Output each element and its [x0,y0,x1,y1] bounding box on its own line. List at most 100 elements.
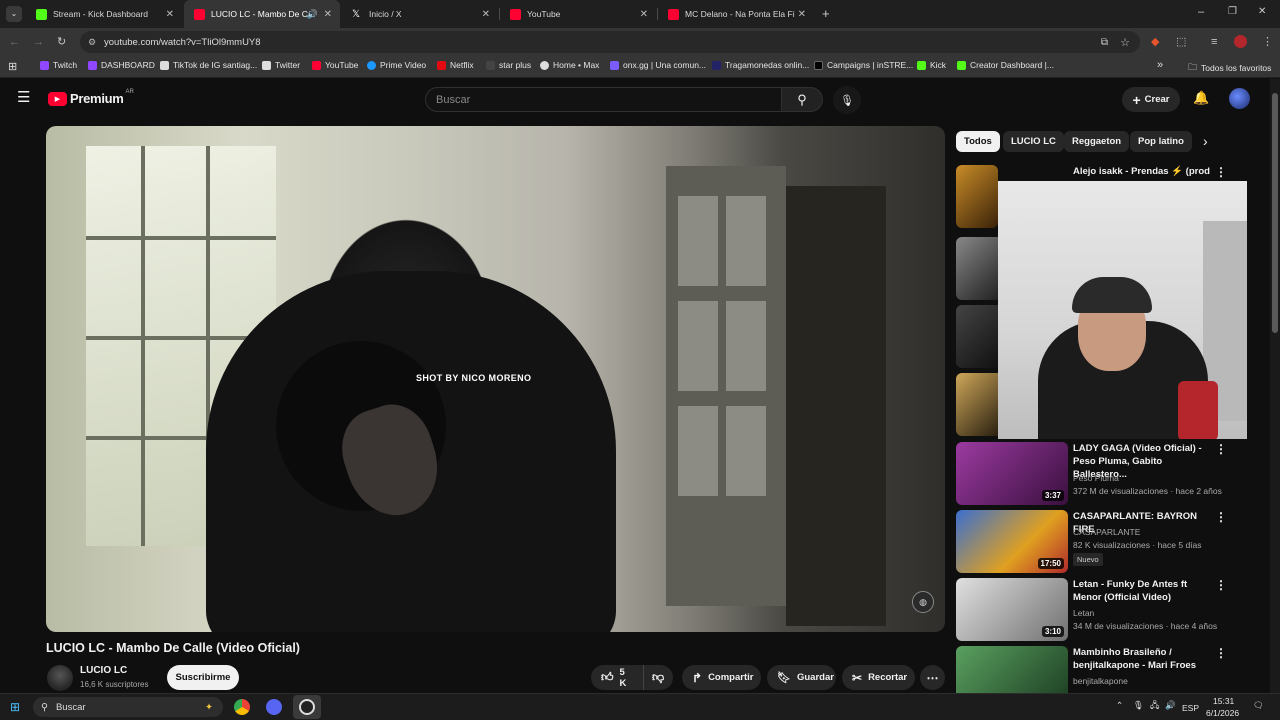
site-info-icon[interactable]: ⚙ [88,37,96,48]
close-icon[interactable]: ✕ [482,9,490,20]
video-player[interactable]: SHOT BY NICO MORENO ◍ [46,126,945,632]
more-vert-icon[interactable]: ⋮ [1215,578,1227,592]
bookmark-star-icon[interactable]: ☆ [1120,36,1130,49]
bookmark-tiktok[interactable]: TikTok de IG santiag... [160,60,257,70]
windows-start-icon[interactable]: ⊞ [10,700,20,714]
bookmark-prime-video[interactable]: Prime Video [367,60,426,70]
clip-button[interactable]: ✂ Recortar [842,665,915,690]
rec-channel[interactable]: benjitalkapone [1073,675,1128,687]
recommendation-item[interactable]: 17:50 CASAPARLANTE: BAYRON FIRE CASAPARL… [956,510,1256,575]
chrome-icon[interactable] [234,699,250,715]
thumbnail-partial[interactable] [956,373,998,436]
minimize-icon[interactable]: – [1198,6,1204,18]
hamburger-menu-icon[interactable]: ☰ [17,90,30,105]
back-icon[interactable]: ← [9,35,20,49]
close-window-icon[interactable]: ✕ [1258,6,1266,17]
bookmark-creator-dashboard[interactable]: Creator Dashboard |... [957,60,1054,70]
bookmark-kick[interactable]: Kick [917,60,946,70]
more-vert-icon[interactable]: ⋮ [1215,442,1227,456]
create-button[interactable]: + Crear [1122,87,1180,112]
bookmark-tragamonedas[interactable]: Tragamonedas onlin... [712,60,809,70]
share-button[interactable]: ↱ Compartir [682,665,761,690]
apps-grid-icon[interactable]: ⊞ [8,60,17,73]
clock-time[interactable]: 15:31 [1213,696,1234,706]
bookmark-youtube[interactable]: YouTube [312,60,358,70]
tab-lucio-lc[interactable]: LUCIO LC - Mambo De Calle 🔊 ✕ [184,0,340,28]
bookmark-twitch[interactable]: Twitch [40,60,77,70]
install-icon[interactable]: ⧉ [1101,37,1108,48]
bookmark-star-plus[interactable]: star plus [486,60,531,70]
subscribe-button[interactable]: Suscribirme [167,665,239,690]
restore-icon[interactable]: ❐ [1228,6,1237,17]
thumbnail-partial[interactable] [956,305,998,368]
close-icon[interactable]: ✕ [798,9,806,20]
search-input[interactable]: Buscar [425,87,782,112]
bookmark-netflix[interactable]: Netflix [437,60,474,70]
tab-kick-dashboard[interactable]: Stream - Kick Dashboard ✕ [26,0,182,28]
chip-lucio-lc[interactable]: LUCIO LC [1003,131,1064,152]
recommendation-item[interactable]: Mambinho Brasileño / benjitalkapone - Ma… [956,646,1256,693]
bookmark-twitter[interactable]: Twitter [262,60,300,70]
volume-icon[interactable]: 🔊 [1165,700,1176,711]
rec-channel[interactable]: Peso Pluma [1073,472,1119,484]
video-thumbnail[interactable] [956,165,998,228]
tab-mc-delano[interactable]: MC Delano - Na Ponta Ela Fica ✕ [658,0,814,28]
close-icon[interactable]: ✕ [640,9,648,20]
bookmark-dashboard[interactable]: DASHBOARD [88,60,155,70]
more-vert-icon[interactable]: ⋮ [1215,646,1227,660]
rec-channel[interactable]: Letan [1073,607,1094,619]
close-icon[interactable]: ✕ [166,9,174,20]
channel-name[interactable]: LUCIO LC [80,665,127,676]
notification-icon[interactable]: 🗨 [1253,700,1264,711]
like-button[interactable]: 👍︎ 5 K [591,665,643,690]
video-thumbnail[interactable]: 3:37 [956,442,1068,505]
video-thumbnail[interactable]: 17:50 [956,510,1068,573]
network-icon[interactable]: 🖧 [1150,700,1159,714]
all-bookmarks-folder[interactable]: 🗀 Todos los favoritos [1188,60,1271,76]
more-vert-icon[interactable]: ⋮ [1215,165,1227,179]
channel-avatar[interactable] [47,665,73,691]
extensions-puzzle-icon[interactable]: ⬚ [1176,35,1186,49]
tab-search-icon[interactable]: ⌄ [6,6,22,22]
tab-x-inicio[interactable]: 𝕏 Inicio / X ✕ [342,0,498,28]
chip-reggaeton[interactable]: Reggaeton [1064,131,1130,152]
microphone-tray-icon[interactable]: 🎙 [1133,700,1144,711]
rec-channel[interactable]: CASAPARLANTE [1073,526,1140,538]
recommendation-item[interactable]: 3:37 LADY GAGA (Video Oficial) - Peso Pl… [956,442,1256,507]
more-bookmarks-icon[interactable]: » [1157,59,1163,71]
reload-icon[interactable]: ↻ [57,35,66,49]
notifications-bell-icon[interactable]: 🔔 [1193,90,1209,106]
tab-youtube[interactable]: YouTube ✕ [500,0,656,28]
rec-title[interactable]: Mambinho Brasileño / benjitalkapone - Ma… [1073,646,1213,672]
address-bar[interactable]: ⚙ youtube.com/watch?v=TliOl9mmUY8 ⧉ ☆ [80,31,1140,53]
more-vert-icon[interactable]: ⋮ [1215,510,1227,524]
chevron-right-icon[interactable]: › [1203,134,1208,148]
clock-date[interactable]: 6/1/2026 [1206,708,1239,718]
chip-pop-latino[interactable]: Pop latino [1130,131,1192,152]
bookmark-max[interactable]: Home • Max [540,60,599,70]
more-actions-button[interactable]: ⋯ [920,665,945,690]
recommendation-item[interactable]: 3:10 Letan - Funky De Antes ft Menor (Of… [956,578,1256,643]
bookmark-onx[interactable]: onx.gg | Una comun... [610,60,706,70]
chip-todos[interactable]: Todos [956,131,1000,152]
bookmark-campaigns[interactable]: Campaigns | inSTRE... [814,60,913,70]
media-control-icon[interactable]: ≡ [1211,35,1217,49]
new-tab-icon[interactable]: + [822,6,830,21]
profile-icon[interactable] [1234,35,1247,48]
rec-title[interactable]: Letan - Funky De Antes ft Menor (Officia… [1073,578,1213,604]
tray-chevron-up-icon[interactable]: ⌃ [1116,700,1123,711]
forward-icon[interactable]: → [33,35,44,49]
voice-search-button[interactable]: 🎙 [833,86,861,114]
menu-kebab-icon[interactable]: ⋮ [1262,35,1273,49]
page-scrollbar[interactable] [1270,79,1280,693]
thumbnail-partial[interactable] [956,237,998,300]
language-indicator[interactable]: ESP [1182,703,1199,713]
save-button[interactable]: 🔖︎ Guardar [767,665,836,690]
taskbar-search[interactable]: ⚲ Buscar ✦ [33,697,223,717]
youtube-premium-logo[interactable]: ▶ Premium AR [48,89,134,106]
video-thumbnail[interactable]: 3:10 [956,578,1068,641]
video-thumbnail[interactable] [956,646,1068,693]
search-button[interactable]: ⚲ [781,87,823,112]
speaker-icon[interactable]: 🔊 [307,9,318,20]
extension-icon[interactable]: ◆ [1151,35,1159,49]
